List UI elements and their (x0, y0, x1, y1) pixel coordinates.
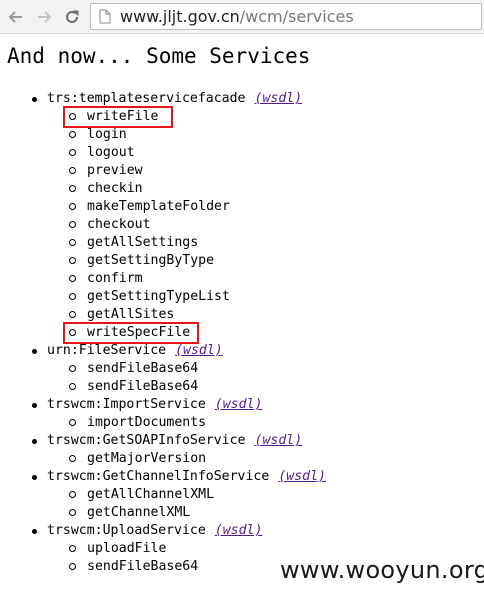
operation-item: getAllChannelXML (0, 486, 484, 504)
service-row: trswcm:UploadService (wsdl) (0, 522, 484, 540)
operation-name: checkout (0, 216, 484, 234)
service-name: trswcm:GetChannelInfoService (47, 469, 270, 484)
service-row: trswcm:ImportService (wsdl) (0, 396, 484, 414)
back-button[interactable] (5, 6, 27, 28)
service-item: trswcm:ImportService (wsdl) importDocument… (0, 396, 484, 432)
service-name: trswcm:ImportService (47, 397, 206, 412)
operation-name: writeFile (0, 108, 484, 126)
wsdl-link[interactable]: (wsdl) (215, 397, 263, 412)
reload-button[interactable] (61, 6, 83, 28)
page-icon (99, 9, 111, 24)
service-item: urn:FileService (wsdl) sendFileBase64 sendF… (0, 342, 484, 396)
operation-name: preview (0, 162, 484, 180)
operation-name: getAllSettings (0, 234, 484, 252)
operation-item: logout (0, 144, 484, 162)
forward-button[interactable] (33, 6, 55, 28)
browser-toolbar: www.jljt.gov.cn/wcm/services (0, 0, 484, 34)
operation-item: getSettingTypeList (0, 288, 484, 306)
url-path: /wcm/services (239, 7, 354, 26)
operation-item: getAllSites (0, 306, 484, 324)
operation-list: sendFileBase64 sendFileBase64 (0, 360, 484, 396)
address-bar[interactable]: www.jljt.gov.cn/wcm/services (90, 3, 482, 30)
wsdl-link[interactable]: (wsdl) (215, 523, 263, 538)
operation-name: getAllSites (0, 306, 484, 324)
operation-name: importDocuments (0, 414, 484, 432)
service-name: trs:templateservicefacade (47, 91, 246, 106)
wsdl-link[interactable]: (wsdl) (255, 433, 303, 448)
service-name: trswcm:GetSOAPInfoService (47, 433, 246, 448)
url-text: www.jljt.gov.cn/wcm/services (120, 7, 354, 26)
wsdl-link[interactable]: (wsdl) (255, 91, 303, 106)
operation-item: getChannelXML (0, 504, 484, 522)
operation-name: getChannelXML (0, 504, 484, 522)
operation-name: sendFileBase64 (0, 378, 484, 396)
operation-name: login (0, 126, 484, 144)
operation-name: writeSpecFile (0, 324, 484, 342)
operation-name: checkin (0, 180, 484, 198)
operation-item: checkout (0, 216, 484, 234)
operation-list: getAllChannelXML getChannelXML (0, 486, 484, 522)
operation-item: makeTemplateFolder (0, 198, 484, 216)
operation-item: getMajorVersion (0, 450, 484, 468)
url-host: www.jljt.gov.cn (120, 7, 240, 26)
operation-list: writeFile login logout preview checkin makeTe… (0, 108, 484, 342)
operation-item: importDocuments (0, 414, 484, 432)
operation-name: logout (0, 144, 484, 162)
back-arrow-icon (8, 11, 22, 23)
operation-item: writeFile (0, 108, 484, 126)
forward-arrow-icon (38, 11, 52, 23)
operation-list: getMajorVersion (0, 450, 484, 468)
service-name: urn:FileService (47, 343, 167, 358)
operation-name: getAllChannelXML (0, 486, 484, 504)
page-heading: And now... Some Services (7, 44, 311, 68)
operation-item: getSettingByType (0, 252, 484, 270)
service-row: urn:FileService (wsdl) (0, 342, 484, 360)
watermark: www.wooyun.org (280, 556, 484, 584)
service-list: trs:templateservicefacade (wsdl) writeFile… (0, 90, 484, 576)
operation-item: login (0, 126, 484, 144)
operation-name: makeTemplateFolder (0, 198, 484, 216)
service-row: trswcm:GetSOAPInfoService (wsdl) (0, 432, 484, 450)
service-item: trswcm:GetChannelInfoService (wsdl) getAll… (0, 468, 484, 522)
service-item: trswcm:GetSOAPInfoService (wsdl) getMajorV… (0, 432, 484, 468)
wsdl-link[interactable]: (wsdl) (175, 343, 223, 358)
service-row: trswcm:GetChannelInfoService (wsdl) (0, 468, 484, 486)
operation-item: sendFileBase64 (0, 378, 484, 396)
operation-list: importDocuments (0, 414, 484, 432)
operation-item: confirm (0, 270, 484, 288)
operation-item: getAllSettings (0, 234, 484, 252)
operation-name: getSettingTypeList (0, 288, 484, 306)
operation-name: confirm (0, 270, 484, 288)
operation-item: checkin (0, 180, 484, 198)
operation-name: sendFileBase64 (0, 360, 484, 378)
operation-item: sendFileBase64 (0, 360, 484, 378)
operation-name: getSettingByType (0, 252, 484, 270)
operation-item: preview (0, 162, 484, 180)
wsdl-link[interactable]: (wsdl) (278, 469, 326, 484)
operation-name: getMajorVersion (0, 450, 484, 468)
service-item: trs:templateservicefacade (wsdl) writeFile… (0, 90, 484, 342)
service-name: trswcm:UploadService (47, 523, 206, 538)
operation-item: writeSpecFile (0, 324, 484, 342)
reload-icon (66, 10, 79, 23)
service-row: trs:templateservicefacade (wsdl) (0, 90, 484, 108)
